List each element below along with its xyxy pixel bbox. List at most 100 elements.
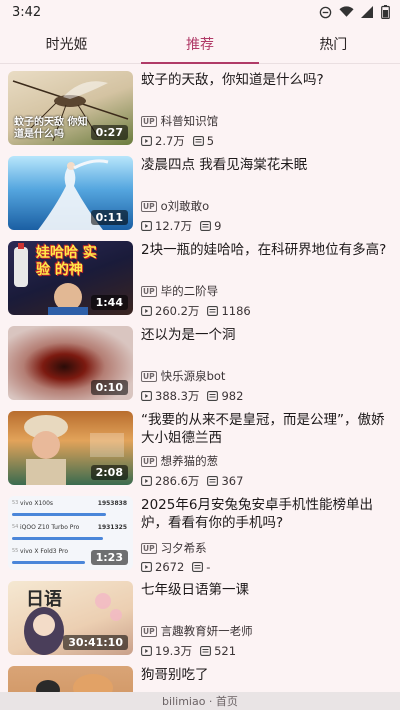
danmaku-icon xyxy=(200,221,212,231)
danmaku-count: 367 xyxy=(221,474,244,488)
danmaku-icon xyxy=(207,391,219,401)
video-title: 2025年6月安兔兔安卓手机性能榜单出炉，看看有你的手机吗? xyxy=(141,497,373,531)
tab-label: 时光姬 xyxy=(45,36,88,53)
video-title: “我要的从来不是皇冠，而是公理”，傲娇大小姐德兰西 xyxy=(141,412,385,446)
play-count-icon xyxy=(141,391,152,401)
thumbnail-caption: 蚊子的天敌 你知道是什么吗 xyxy=(14,117,88,140)
up-badge: UP xyxy=(141,370,157,382)
up-badge: UP xyxy=(141,455,157,467)
status-bar: 3:42 xyxy=(0,0,400,24)
danmaku-count: - xyxy=(206,560,211,574)
view-count: 2672 xyxy=(155,560,185,574)
play-count-icon xyxy=(141,476,152,486)
play-count-icon xyxy=(141,562,152,572)
danmaku-count: 521 xyxy=(214,644,237,658)
benchmark-rank: 55 xyxy=(12,548,19,554)
view-count: 286.6万 xyxy=(155,474,200,488)
danmaku-icon xyxy=(207,306,219,316)
video-card[interactable]: 2:08 “我要的从来不是皇冠，而是公理”，傲娇大小姐德兰西 UP 想养猫的葱 2… xyxy=(0,404,400,489)
view-count: 260.2万 xyxy=(155,304,200,318)
view-count: 19.3万 xyxy=(155,644,193,658)
video-thumbnail[interactable]: 0:10 xyxy=(8,326,133,400)
video-feed[interactable]: 蚊子的天敌 你知道是什么吗 0:27 蚊子的天敌，你知道是什么吗? UP 科普知识… xyxy=(0,64,400,710)
benchmark-bar xyxy=(12,561,85,564)
benchmark-score: 1953838 xyxy=(97,500,127,507)
video-card[interactable]: 0:10 还以为是一个洞 UP 快乐源泉bot 388.3万 982 xyxy=(0,319,400,404)
danmaku-count: 5 xyxy=(206,134,215,148)
benchmark-phone: iQOO Z10 Turbo Pro xyxy=(20,524,80,531)
up-badge: UP xyxy=(141,285,157,297)
benchmark-bar xyxy=(12,537,104,540)
tab-label: 推荐 xyxy=(185,36,214,53)
battery-icon xyxy=(381,5,390,19)
up-badge: UP xyxy=(141,115,157,127)
video-card[interactable]: 蚊子的天敌 你知道是什么吗 0:27 蚊子的天敌，你知道是什么吗? UP 科普知识… xyxy=(0,64,400,149)
video-thumbnail[interactable]: 2:08 xyxy=(8,411,133,485)
video-duration: 0:11 xyxy=(90,210,128,225)
danmaku-count: 9 xyxy=(214,219,222,233)
video-card[interactable]: 0:11 凌晨四点 我看见海棠花未眠 UP o刘敢敢o 12.7万 9 xyxy=(0,149,400,234)
video-thumbnail[interactable]: 日语 30:41:10 xyxy=(8,581,133,655)
status-time: 3:42 xyxy=(12,4,42,20)
tab-hot[interactable]: 热门 xyxy=(267,24,400,63)
view-count: 388.3万 xyxy=(155,389,200,403)
benchmark-phone: vivo X Fold3 Pro xyxy=(20,548,68,555)
view-count: 2.7万 xyxy=(155,134,185,148)
view-count: 12.7万 xyxy=(155,219,193,233)
benchmark-bar xyxy=(12,513,106,516)
video-title: 2块一瓶的娃哈哈，在科研界地位有多高? xyxy=(141,242,387,258)
play-count-icon xyxy=(141,306,152,316)
tab-label: 热门 xyxy=(319,36,348,53)
benchmark-row: 53 vivo X100s 1953838 xyxy=(12,500,129,518)
do-not-disturb-icon xyxy=(319,6,332,18)
video-thumbnail[interactable]: 娃哈哈 实验 的神 1:44 xyxy=(8,241,133,315)
video-thumbnail[interactable]: 53 vivo X100s 1953838 54 iQOO Z10 Turbo … xyxy=(8,496,133,570)
video-card[interactable]: 娃哈哈 实验 的神 1:44 2块一瓶的娃哈哈，在科研界地位有多高? UP 毕的二… xyxy=(0,234,400,319)
danmaku-icon xyxy=(200,646,212,656)
top-tabs: 时光姬 推荐 热门 xyxy=(0,24,400,64)
status-icons xyxy=(319,5,390,19)
benchmark-phone: vivo X100s xyxy=(20,500,54,507)
up-badge: UP xyxy=(141,542,157,554)
video-title: 还以为是一个洞 xyxy=(141,327,236,343)
play-count-icon xyxy=(141,136,152,146)
video-duration: 1:44 xyxy=(90,295,128,310)
video-author[interactable]: 科普知识馆 xyxy=(161,113,219,129)
wifi-icon xyxy=(339,6,354,17)
video-title: 七年级日语第一课 xyxy=(141,582,249,598)
play-count-icon xyxy=(141,646,152,656)
video-title: 蚊子的天敌，你知道是什么吗? xyxy=(141,72,324,88)
up-badge: UP xyxy=(141,200,157,212)
video-duration: 30:41:10 xyxy=(63,635,128,650)
video-author[interactable]: 言趣教育妍一老师 xyxy=(161,623,253,639)
video-duration: 1:23 xyxy=(90,550,128,565)
thumbnail-caption: 日语 xyxy=(26,589,62,610)
video-title: 狗哥别吃了 xyxy=(141,667,209,683)
video-card[interactable]: 53 vivo X100s 1953838 54 iQOO Z10 Turbo … xyxy=(0,489,400,574)
video-card[interactable]: 日语 30:41:10 七年级日语第一课 UP 言趣教育妍一老师 19.3万 52… xyxy=(0,574,400,659)
danmaku-count: 1186 xyxy=(221,304,251,318)
video-thumbnail[interactable]: 蚊子的天敌 你知道是什么吗 0:27 xyxy=(8,71,133,145)
video-author[interactable]: o刘敢敢o xyxy=(161,198,210,214)
video-author[interactable]: 毕的二阶导 xyxy=(161,283,219,299)
tab-shiguangji[interactable]: 时光姬 xyxy=(0,24,133,63)
video-title: 凌晨四点 我看见海棠花未眠 xyxy=(141,157,308,173)
benchmark-rank: 54 xyxy=(12,524,19,530)
footer-label: bilimiao · 首页 xyxy=(0,692,400,710)
video-duration: 2:08 xyxy=(90,465,128,480)
video-duration: 0:27 xyxy=(90,125,128,140)
danmaku-icon xyxy=(192,136,204,146)
benchmark-row: 54 iQOO Z10 Turbo Pro 1931325 xyxy=(12,524,129,542)
video-author[interactable]: 想养猫的葱 xyxy=(161,453,219,469)
tab-recommend[interactable]: 推荐 xyxy=(133,24,266,64)
danmaku-icon xyxy=(192,562,204,572)
video-thumbnail[interactable]: 0:11 xyxy=(8,156,133,230)
video-author[interactable]: 习夕希系 xyxy=(161,540,207,556)
danmaku-icon xyxy=(207,476,219,486)
up-badge: UP xyxy=(141,625,157,637)
video-author[interactable]: 快乐源泉bot xyxy=(161,368,226,384)
benchmark-rank: 53 xyxy=(12,500,19,506)
signal-icon xyxy=(361,6,373,18)
play-count-icon xyxy=(141,221,152,231)
benchmark-score: 1931325 xyxy=(97,524,127,531)
